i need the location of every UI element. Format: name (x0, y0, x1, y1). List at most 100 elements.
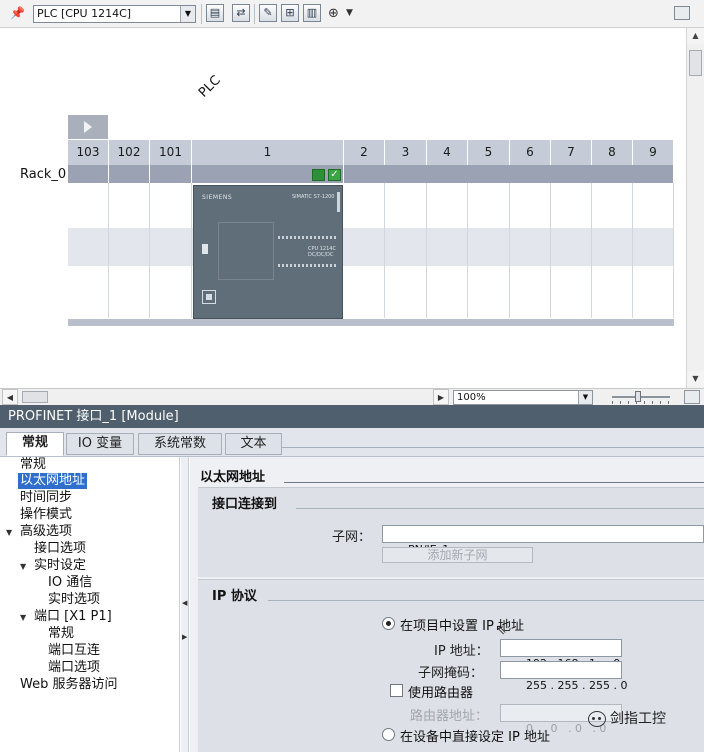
scroll-up-icon[interactable]: ▲ (687, 28, 704, 44)
slot-cell[interactable] (150, 183, 192, 318)
scroll-right-icon[interactable]: ▶ (433, 389, 449, 405)
tab-io-tags[interactable]: IO 变量 (66, 433, 134, 455)
slot-cell[interactable] (592, 183, 633, 318)
slot-rail (109, 165, 150, 183)
slot-header[interactable]: 101 (150, 140, 192, 165)
device-view-icon[interactable]: ▤ (206, 4, 224, 22)
toolbar-separator (254, 4, 255, 24)
scroll-left-icon[interactable]: ◀ (2, 389, 18, 405)
slot-header[interactable]: 5 (468, 140, 510, 165)
topology-icon[interactable]: ✎ (259, 4, 277, 22)
nav-item-port[interactable]: 端口 [X1 P1] (34, 609, 112, 625)
slot-header[interactable]: 8 (592, 140, 633, 165)
ethernet-port-icon[interactable] (202, 290, 216, 304)
canvas-vertical-scrollbar[interactable]: ▲ ▼ (686, 28, 704, 388)
slot-header[interactable]: 7 (551, 140, 592, 165)
slot-header[interactable]: 102 (109, 140, 150, 165)
table-icon[interactable]: ▥ (303, 4, 321, 22)
subnet-mask-label: 子网掩码： (418, 666, 484, 681)
slot-cell[interactable] (468, 183, 510, 318)
slot-cell[interactable] (633, 183, 674, 318)
set-ip-on-device-radio[interactable] (382, 728, 395, 741)
nav-item-general[interactable]: 常规 (20, 457, 46, 473)
set-ip-in-project-radio[interactable] (382, 617, 395, 630)
zoom-dropdown-icon[interactable]: ▼ (346, 8, 353, 18)
device-name-label[interactable]: PLC (196, 73, 224, 101)
slot-header[interactable]: 2 (344, 140, 385, 165)
wechat-icon (588, 711, 606, 727)
tab-general[interactable]: 常规 (6, 432, 64, 456)
nav-item-ethernet-address[interactable]: 以太网地址 (18, 473, 88, 489)
slot-cell[interactable] (344, 183, 385, 318)
device-canvas[interactable]: PLC Rack_0 103 102 101 1 2 3 4 5 6 7 8 9… (0, 28, 686, 388)
zoom-select[interactable]: 100% ▼ (453, 390, 593, 405)
zoom-slider-ticks (612, 401, 670, 404)
slot-cell[interactable] (510, 183, 551, 318)
layout-icon[interactable] (674, 6, 690, 20)
subnet-label: 子网： (332, 530, 372, 545)
network-icon[interactable]: ⇄ (232, 4, 250, 22)
nav-splitter[interactable]: ◀ ▶ (181, 457, 189, 752)
use-router-checkbox[interactable] (390, 684, 403, 697)
collapse-right-icon[interactable]: ▶ (182, 633, 187, 641)
nav-item-time-sync[interactable]: 时间同步 (20, 490, 72, 506)
scroll-thumb[interactable] (689, 50, 702, 76)
device-select-value: PLC [CPU 1214C] (37, 7, 132, 20)
rack-name-label[interactable]: Rack_0 (20, 167, 66, 182)
subnet-mask-value: 255 . 255 . 255 . 0 (525, 679, 628, 692)
slot-header[interactable]: 6 (510, 140, 551, 165)
nav-item-port-interconnection[interactable]: 端口互连 (48, 643, 100, 659)
chevron-down-icon[interactable]: ▼ (578, 391, 592, 404)
pin-icon[interactable]: 📌 (10, 6, 25, 20)
expand-icon[interactable]: ▼ (20, 562, 26, 571)
toolbar-separator (201, 4, 202, 24)
slot-header[interactable]: 103 (68, 140, 109, 165)
ip-address-field[interactable]: 192 . 168 . 1 . 9 (500, 639, 622, 670)
cpu-led-icon (202, 244, 208, 254)
expand-icon[interactable]: ▼ (20, 613, 26, 622)
nav-item-operating-mode[interactable]: 操作模式 (20, 507, 72, 523)
tab-system-constants[interactable]: 系统常数 (138, 433, 222, 455)
nav-item-port-options[interactable]: 端口选项 (48, 660, 100, 676)
slot-header[interactable]: 1 (192, 140, 344, 165)
add-subnet-button[interactable]: 添加新子网 (382, 547, 533, 563)
device-select[interactable]: PLC [CPU 1214C] ▼ (33, 5, 196, 23)
slot-cell[interactable] (385, 183, 427, 318)
subnet-field[interactable]: PN/IE_1 (382, 525, 704, 556)
collapse-left-icon[interactable]: ◀ (182, 599, 187, 607)
expand-icon[interactable]: ▼ (6, 528, 12, 537)
zoom-value: 100% (457, 392, 486, 403)
slot-header[interactable]: 3 (385, 140, 427, 165)
slot-cell[interactable] (427, 183, 468, 318)
nav-item-advanced-options[interactable]: 高级选项 (20, 524, 72, 540)
grid-icon[interactable]: ⊞ (281, 4, 299, 22)
cpu-panel (218, 222, 274, 280)
scroll-thumb[interactable] (22, 391, 48, 403)
module-status-icon (312, 169, 325, 181)
group-divider (296, 508, 704, 509)
nav-item-interface-options[interactable]: 接口选项 (34, 541, 86, 557)
slot-cell[interactable] (551, 183, 592, 318)
slot-cell[interactable] (109, 183, 150, 318)
inspector-nav-tree: 常规 以太网地址 时间同步 操作模式 ▼ 高级选项 接口选项 ▼ 实时设定 IO… (0, 457, 180, 752)
slot-rail (68, 165, 109, 183)
slot-cell[interactable] (68, 183, 109, 318)
zoom-slider[interactable] (612, 391, 670, 404)
rack-expand-icon[interactable] (68, 115, 108, 139)
chevron-down-icon[interactable]: ▼ (180, 6, 195, 22)
subnet-mask-field[interactable]: 255 . 255 . 255 . 0 (500, 661, 627, 692)
slot-header[interactable]: 9 (633, 140, 674, 165)
cpu-module[interactable]: SIEMENS SIMATIC S7-1200 CPU 1214C DC/DC/… (193, 185, 343, 319)
nav-item-web-server-access[interactable]: Web 服务器访问 (20, 677, 117, 693)
tab-texts[interactable]: 文本 (225, 433, 282, 455)
overview-icon[interactable] (684, 390, 700, 404)
watermark-text: 剑指工控 (610, 711, 666, 727)
nav-item-realtime-options[interactable]: 实时选项 (48, 592, 100, 608)
nav-item-port-general[interactable]: 常规 (48, 626, 74, 642)
nav-item-io-communication[interactable]: IO 通信 (48, 575, 92, 591)
scroll-down-icon[interactable]: ▼ (687, 371, 704, 387)
cpu-model: SIMATIC S7-1200 (292, 194, 335, 200)
nav-item-realtime-settings[interactable]: 实时设定 (34, 558, 86, 574)
slot-header[interactable]: 4 (427, 140, 468, 165)
zoom-icon[interactable]: ⊕ (328, 6, 339, 21)
